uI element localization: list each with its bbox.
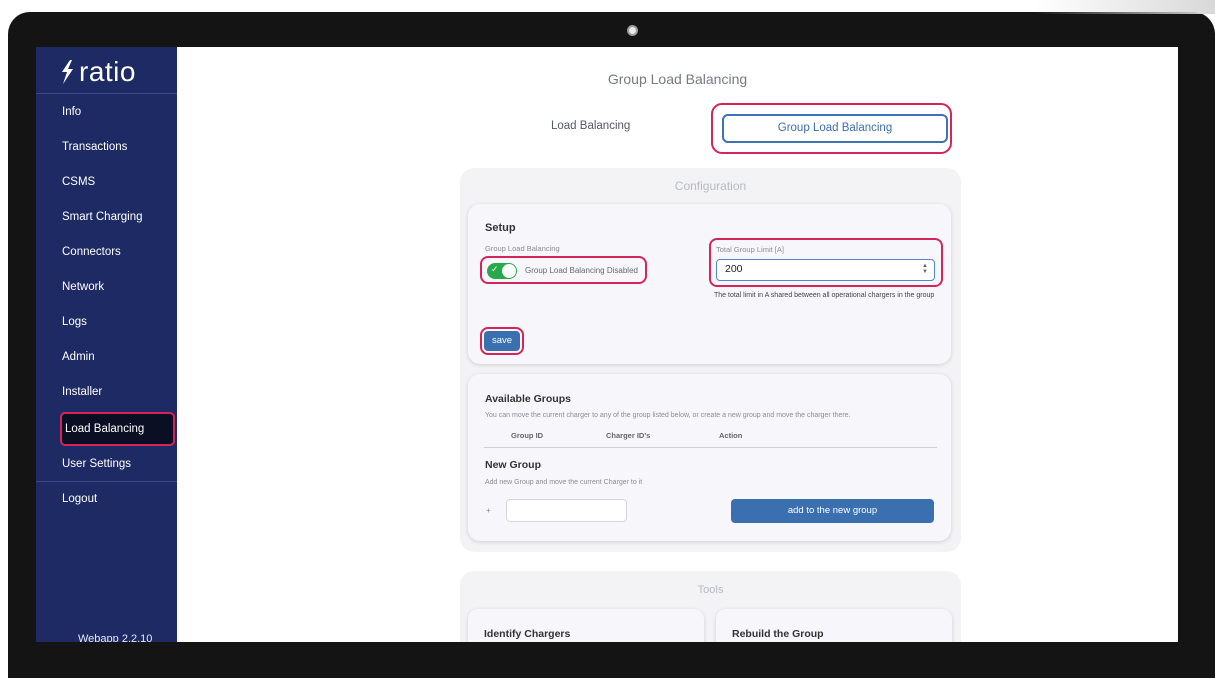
sidebar-item-installer[interactable]: Installer: [36, 375, 177, 409]
column-header-group-id: Group ID: [511, 431, 544, 440]
tools-panel: Tools Identify Chargers Rebuild the Grou…: [460, 571, 961, 642]
sidebar-item-connectors[interactable]: Connectors: [36, 235, 177, 269]
bezel-glare: [1035, 0, 1215, 14]
plus-icon: +: [486, 506, 491, 515]
sidebar-item-info[interactable]: Info: [36, 95, 177, 129]
sidebar-item-admin[interactable]: Admin: [36, 340, 177, 374]
limit-help-text: The total limit in A shared between all …: [714, 292, 935, 299]
table-divider: [484, 447, 937, 448]
column-header-action: Action: [719, 431, 743, 440]
rebuild-group-title: Rebuild the Group: [732, 628, 824, 640]
tools-title: Tools: [697, 584, 724, 596]
spinner-icon[interactable]: ▲ ▼: [922, 263, 928, 275]
sidebar-item-transactions[interactable]: Transactions: [36, 130, 177, 164]
sidebar-item-user-settings[interactable]: User Settings: [36, 447, 177, 481]
sidebar-item-logout[interactable]: Logout: [36, 482, 177, 516]
add-to-new-group-button[interactable]: add to the new group: [731, 499, 934, 523]
available-groups-description: You can move the current charger to any …: [485, 412, 851, 419]
camera-icon: [627, 25, 638, 36]
main-content: Group Load Balancing Load Balancing Grou…: [177, 47, 1178, 642]
limit-value: 200: [725, 263, 743, 275]
sidebar-item-load-balancing[interactable]: Load Balancing: [60, 412, 175, 446]
logo-text: ratio: [79, 56, 136, 87]
sidebar-item-logs[interactable]: Logs: [36, 305, 177, 339]
tab-load-balancing[interactable]: Load Balancing: [551, 120, 630, 132]
group-load-balancing-toggle[interactable]: ✓: [487, 263, 517, 279]
toggle-label: Group Load Balancing: [485, 244, 560, 253]
bolt-icon: [62, 60, 73, 84]
sidebar-item-network[interactable]: Network: [36, 270, 177, 304]
configuration-panel: Configuration Setup Group Load Balancing…: [460, 168, 961, 552]
column-header-charger-ids: Charger ID's: [606, 431, 651, 440]
screen: ratio Info Transactions CSMS Smart Charg…: [36, 47, 1178, 642]
setup-heading: Setup: [485, 222, 516, 234]
page-title: Group Load Balancing: [607, 71, 748, 87]
available-groups-heading: Available Groups: [485, 393, 571, 405]
identify-chargers-title: Identify Chargers: [484, 628, 571, 640]
new-group-description: Add new Group and move the current Charg…: [485, 479, 643, 486]
available-groups-card: Available Groups You can move the curren…: [468, 374, 951, 541]
logo: ratio: [58, 55, 136, 89]
sidebar-item-csms[interactable]: CSMS: [36, 165, 177, 199]
new-group-heading: New Group: [485, 459, 542, 471]
sidebar: ratio Info Transactions CSMS Smart Charg…: [36, 47, 177, 642]
total-group-limit-input[interactable]: 200 ▲ ▼: [716, 259, 935, 281]
toggle-state-text: Group Load Balancing Disabled: [525, 266, 638, 275]
setup-card: Setup Group Load Balancing ✓ Group Load …: [468, 204, 951, 364]
toggle-knob: [502, 264, 516, 278]
sidebar-item-smart-charging[interactable]: Smart Charging: [36, 200, 177, 234]
version-label: Webapp 2.2.10: [78, 633, 153, 642]
sidebar-divider: [36, 93, 177, 94]
configuration-title: Configuration: [674, 179, 747, 193]
rebuild-group-card: Rebuild the Group: [716, 609, 952, 642]
tab-group-load-balancing[interactable]: Group Load Balancing: [722, 114, 948, 143]
save-button[interactable]: save: [484, 331, 520, 351]
check-icon: ✓: [491, 264, 499, 274]
new-group-input[interactable]: [506, 499, 627, 522]
identify-chargers-card: Identify Chargers: [468, 609, 704, 642]
